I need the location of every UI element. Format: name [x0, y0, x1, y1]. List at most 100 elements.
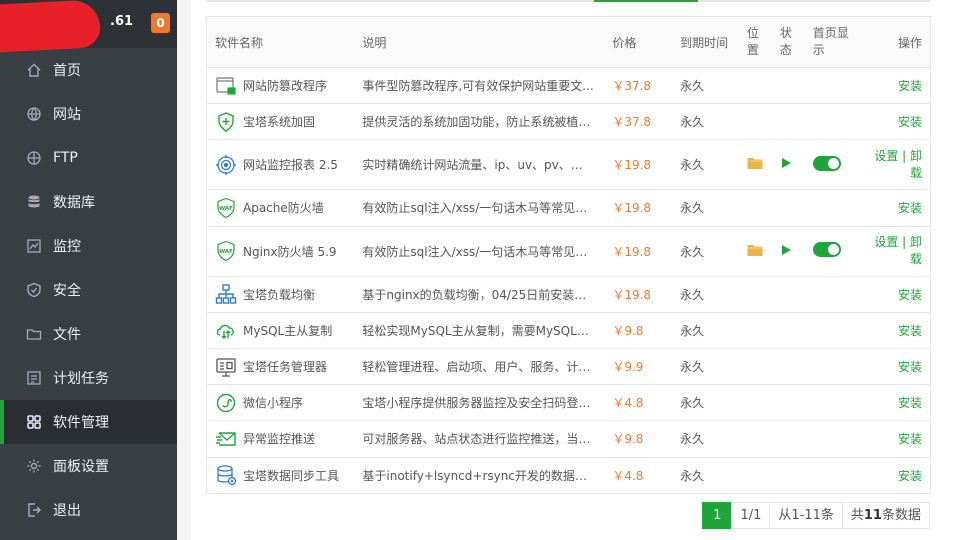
waf-icon: WAF: [215, 197, 237, 219]
cell-name: 宝塔任务管理器: [206, 348, 355, 386]
folder-icon: [25, 325, 43, 343]
header-home: 首页显示: [804, 16, 855, 68]
folder-icon[interactable]: [747, 158, 763, 173]
sidebar-item-0[interactable]: 首页: [0, 48, 177, 92]
home-icon: [25, 61, 43, 79]
table-row: 网站防篡改程序 事件型防篡改程序,可有效保护网站重要文... ￥37.8 永久 安装: [206, 67, 931, 105]
wechat-icon: [215, 392, 237, 414]
cell-name: MySQL主从复制: [206, 312, 355, 349]
redaction-mark: [0, 0, 102, 53]
home-display-toggle[interactable]: [812, 155, 841, 171]
action-link[interactable]: 安装: [854, 420, 931, 458]
action-link[interactable]: 安装: [854, 312, 931, 349]
svg-text:WAF: WAF: [219, 249, 233, 255]
table-row: WAF Nginx防火墙 5.9 有效防止sql注入/xss/一句话木马等常见渗..…: [206, 226, 931, 277]
play-icon[interactable]: [780, 244, 792, 259]
name-wrap: 网站防篡改程序: [215, 75, 354, 97]
cell-desc: 基于inotify+lsyncd+rsync开发的数据同步工...: [354, 457, 605, 494]
cell-position: [738, 226, 772, 277]
cell-status: [771, 103, 805, 141]
software-expire: 永久: [672, 226, 739, 277]
cell-desc: 实时精确统计网站流量、ip、uv、pv、请求、...: [354, 139, 605, 191]
page-current[interactable]: 1: [702, 502, 733, 529]
main-content: 软件名称 说明 价格 到期时间 位置 状态 首页显示 操作 网站防篡改程序 事件型…: [191, 0, 960, 540]
logout-icon: [25, 501, 43, 519]
software-name: 宝塔数据同步工具: [243, 468, 340, 483]
cell-name: 微信小程序: [206, 384, 355, 422]
sidebar-item-label: 安全: [53, 283, 81, 299]
sidebar-item-7[interactable]: 计划任务: [0, 356, 177, 400]
action-link[interactable]: 安装: [854, 103, 931, 141]
name-wrap: MySQL主从复制: [215, 319, 354, 341]
cell-name: 宝塔系统加固: [206, 103, 355, 141]
software-price: ￥9.8: [604, 420, 673, 458]
folder-icon[interactable]: [747, 244, 763, 260]
sidebar-item-6[interactable]: 文件: [0, 312, 177, 356]
cell-name: 宝塔数据同步工具: [206, 457, 355, 494]
software-desc: 有效防止sql注入/xss/一句话木马等常见渗...: [362, 201, 595, 216]
software-name: 异常监控推送: [243, 432, 316, 447]
sidebar-item-5[interactable]: 安全: [0, 268, 177, 312]
software-price: ￥19.8: [604, 276, 673, 313]
name-wrap: 宝塔系统加固: [215, 111, 354, 133]
cell-status: [771, 348, 805, 386]
sidebar-item-label: FTP: [53, 150, 78, 166]
sidebar-item-4[interactable]: 监控: [0, 224, 177, 268]
software-expire: 永久: [672, 384, 739, 422]
header-desc: 说明: [354, 16, 605, 68]
task-manager-icon: [215, 356, 237, 378]
cell-status: [771, 457, 805, 494]
table-row: 宝塔任务管理器 轻松管理进程、启动项、用户、服务、计划任... ￥9.9 永久 安装: [206, 348, 931, 386]
page-total-suffix: 条数据: [881, 508, 921, 523]
cell-status: [771, 384, 805, 422]
software-desc: 基于inotify+lsyncd+rsync开发的数据同步工...: [362, 468, 594, 483]
action-link[interactable]: 安装: [854, 67, 931, 105]
network-icon: [215, 283, 237, 305]
cell-home: [804, 103, 855, 141]
action-link[interactable]: 安装: [854, 348, 931, 386]
action-link[interactable]: 安装: [854, 384, 931, 422]
software-expire: 永久: [672, 348, 739, 386]
software-name: MySQL主从复制: [243, 323, 333, 338]
sidebar-item-3[interactable]: 数据库: [0, 180, 177, 224]
action-link[interactable]: 安装: [854, 457, 931, 494]
software-expire: 永久: [672, 276, 739, 313]
cell-name: 宝塔负载均衡: [206, 276, 355, 313]
name-wrap: 异常监控推送: [215, 428, 354, 450]
play-icon[interactable]: [780, 158, 792, 172]
software-expire: 永久: [672, 189, 739, 227]
action-link[interactable]: 安装: [854, 276, 931, 313]
sidebar-item-label: 面板设置: [53, 459, 109, 475]
software-expire: 永久: [672, 420, 739, 458]
active-tab-indicator: [594, 0, 698, 2]
software-desc: 轻松实现MySQL主从复制，需要MySQL5.5...: [362, 323, 595, 338]
software-name: 宝塔任务管理器: [243, 360, 328, 375]
sidebar-item-label: 数据库: [53, 195, 95, 211]
action-link[interactable]: 设置 | 卸载: [854, 139, 931, 191]
sidebar-item-10[interactable]: 退出: [0, 488, 177, 532]
notification-badge[interactable]: 0: [151, 13, 170, 33]
table-row: WAF Apache防火墙 有效防止sql注入/xss/一句话木马等常见渗... ￥1…: [206, 189, 931, 227]
table-row: 宝塔负载均衡 基于nginx的负载均衡，04/25日前安装的面... ￥19.8 永久…: [206, 276, 931, 313]
header-position: 位置: [738, 16, 772, 68]
name-wrap: 网站监控报表 2.5: [215, 154, 354, 176]
software-price: ￥19.8: [604, 139, 673, 191]
table-header-row: 软件名称 说明 价格 到期时间 位置 状态 首页显示 操作: [206, 16, 931, 68]
software-price: ￥9.8: [604, 312, 673, 349]
cell-desc: 可对服务器、站点状态进行监控推送，当前...: [354, 420, 605, 458]
cell-home: [804, 67, 855, 105]
sidebar-item-8[interactable]: 软件管理: [0, 400, 177, 444]
action-link[interactable]: 安装: [854, 189, 931, 227]
action-link[interactable]: 设置 | 卸载: [854, 226, 931, 277]
cell-position: [738, 139, 772, 191]
home-display-toggle[interactable]: [812, 242, 841, 258]
cell-home: [804, 348, 855, 386]
software-desc: 可对服务器、站点状态进行监控推送，当前...: [362, 432, 595, 447]
sidebar-item-9[interactable]: 面板设置: [0, 444, 177, 488]
sidebar-item-2[interactable]: FTP: [0, 136, 177, 180]
sidebar-item-1[interactable]: 网站: [0, 92, 177, 136]
software-name: 网站监控报表 2.5: [243, 158, 338, 173]
page-total-count: 11: [863, 508, 882, 523]
software-price: ￥19.8: [604, 226, 673, 277]
cell-desc: 基于nginx的负载均衡，04/25日前安装的面...: [354, 276, 605, 313]
